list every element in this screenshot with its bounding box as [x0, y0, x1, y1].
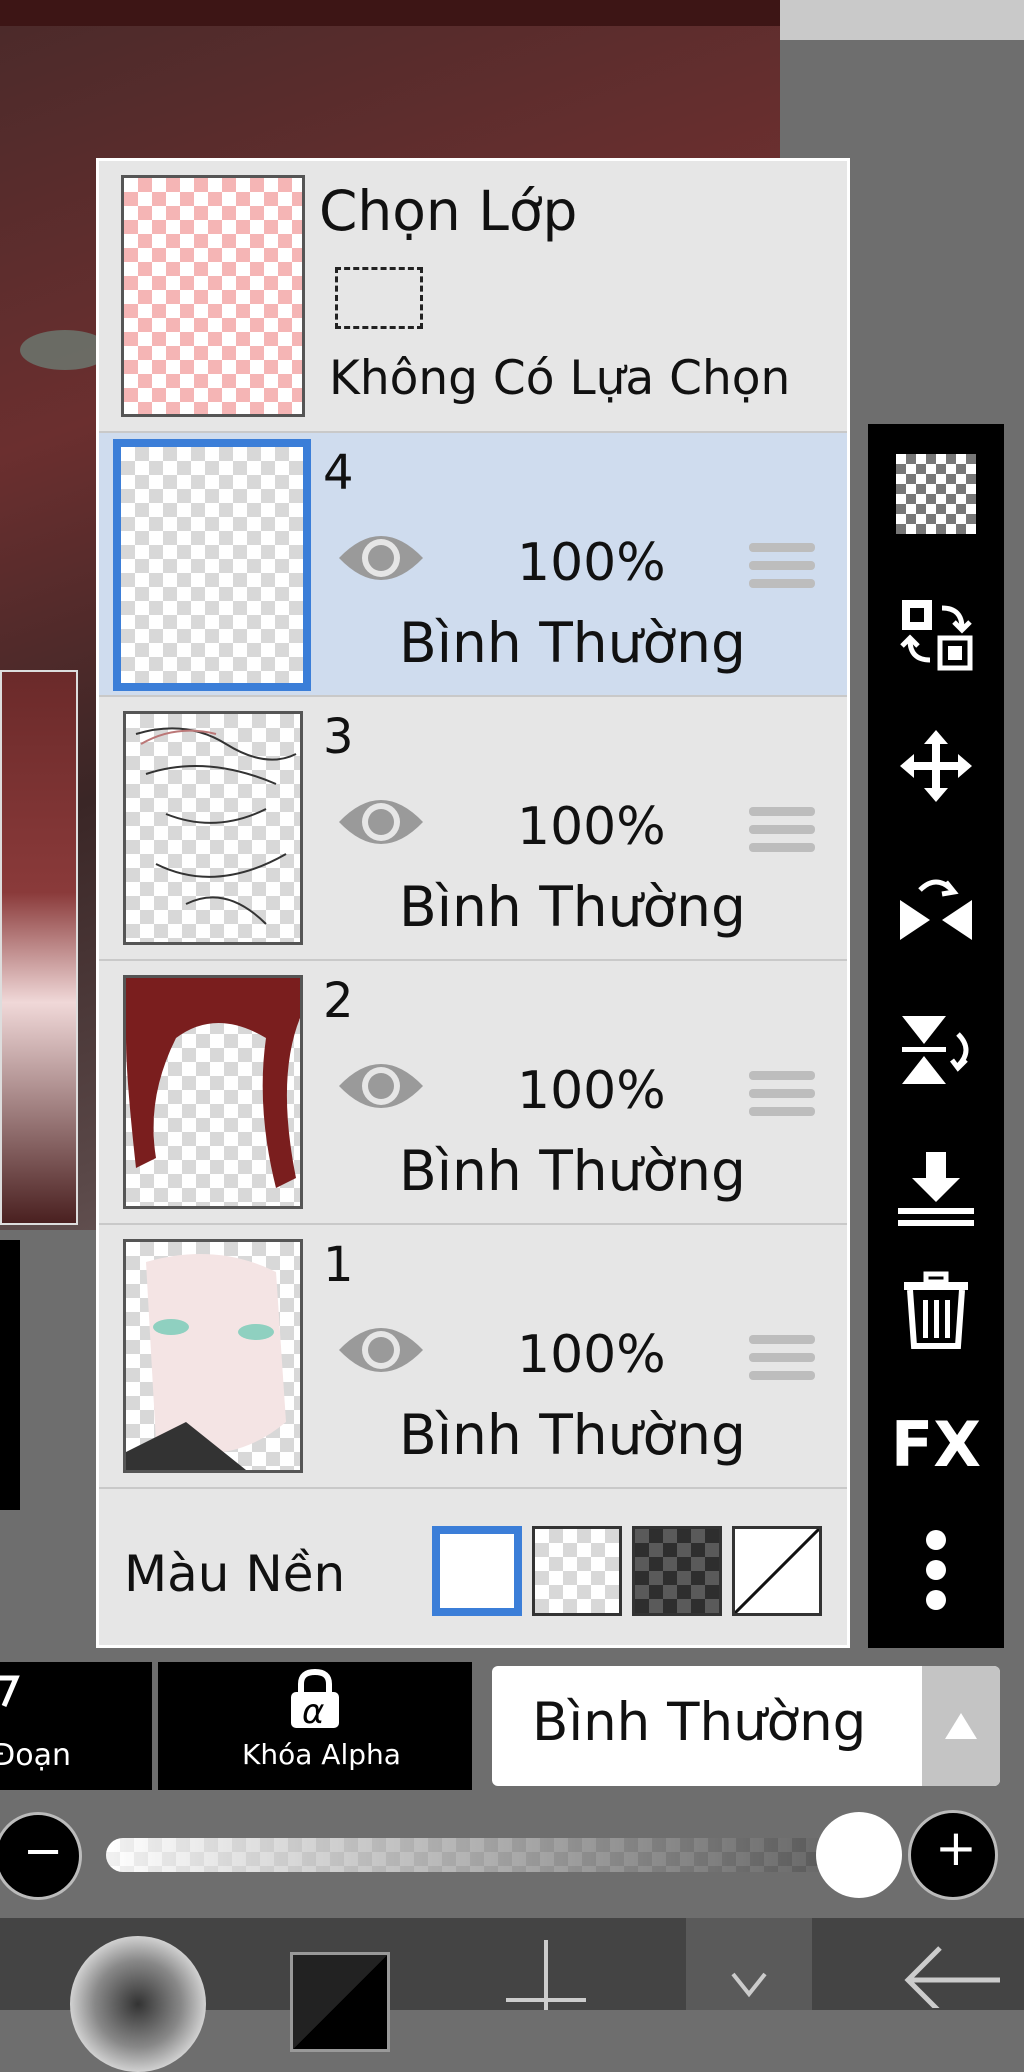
layer-thumbnail-1 [123, 1239, 303, 1473]
flip-horizontal-icon[interactable] [886, 860, 986, 960]
blend-mode-value: Bình Thường [532, 1692, 867, 1753]
layer-number: 1 [323, 1237, 354, 1293]
flip-vertical-icon[interactable] [886, 1000, 986, 1100]
eye-icon[interactable] [335, 1320, 427, 1380]
brush-preview-button[interactable] [70, 1936, 206, 2072]
layers-panel: Chọn Lớp Không Có Lựa Chọn 4 100% Bình T… [96, 158, 850, 1648]
chevron-up-icon [945, 1713, 977, 1739]
bg-none-option[interactable] [732, 1526, 822, 1616]
eye-icon[interactable] [335, 1056, 427, 1116]
clipping-button[interactable]: Đoạn [0, 1662, 152, 1790]
blend-mode-select[interactable]: Bình Thường [492, 1666, 1000, 1786]
selection-layer-row[interactable]: Chọn Lớp Không Có Lựa Chọn [99, 161, 847, 433]
transparent-layer-icon[interactable] [886, 444, 986, 544]
layer-down-icon[interactable] [506, 1940, 586, 2010]
alpha-lock-label: Khóa Alpha [242, 1738, 401, 1771]
selection-status-text: Không Có Lựa Chọn [329, 351, 791, 406]
alpha-glyph: α [302, 1692, 325, 1732]
back-arrow-icon[interactable] [900, 1938, 1000, 2008]
layer-thumbnail-4 [113, 439, 311, 691]
eye-icon[interactable] [335, 528, 427, 588]
layers-button[interactable] [686, 1918, 812, 2010]
layer-number: 4 [323, 445, 354, 501]
layer-thumbnail-2 [123, 975, 303, 1209]
bottom-nav [0, 1918, 1024, 2072]
opacity-slider-track[interactable] [106, 1838, 900, 1872]
layer-opacity: 100% [517, 533, 666, 593]
layer-thumbnail-3 [123, 711, 303, 945]
selection-layer-thumbnail [121, 175, 305, 417]
selection-layer-title: Chọn Lớp [319, 179, 578, 243]
canvas-dark-block [0, 1240, 20, 1510]
layer-blend-mode: Bình Thường [399, 875, 746, 939]
eye-icon[interactable] [335, 792, 427, 852]
layer-opacity: 100% [517, 797, 666, 857]
layer-row-4[interactable]: 4 100% Bình Thường [99, 433, 847, 697]
layer-blend-mode: Bình Thường [399, 1139, 746, 1203]
drag-handle-icon[interactable] [749, 807, 815, 865]
canvas-right-strip [780, 0, 1024, 40]
clipping-label: Đoạn [0, 1738, 71, 1773]
drag-handle-icon[interactable] [749, 1335, 815, 1393]
drag-handle-icon[interactable] [749, 543, 815, 601]
background-color-label: Màu Nền [124, 1545, 346, 1603]
drag-handle-icon[interactable] [749, 1071, 815, 1129]
minus-icon: − [23, 1823, 64, 1879]
bg-transparent-light-option[interactable] [532, 1526, 622, 1616]
chevron-down-icon [731, 1972, 767, 1998]
bg-white-option[interactable] [432, 1526, 522, 1616]
no-selection-icon [335, 267, 423, 329]
opacity-increase-button[interactable]: + [908, 1810, 998, 1900]
layer-opacity: 100% [517, 1061, 666, 1121]
layer-opacity: 100% [517, 1325, 666, 1385]
swap-layers-icon[interactable] [886, 584, 986, 684]
bg-transparent-dark-option[interactable] [632, 1526, 722, 1616]
layer-row-3[interactable]: 3 100% Bình Thường [99, 697, 847, 961]
layer-toolbar: FX [868, 424, 1004, 1648]
trash-icon[interactable] [886, 1260, 986, 1360]
opacity-slider-thumb[interactable] [816, 1812, 902, 1898]
layer-row-1[interactable]: 1 100% Bình Thường [99, 1225, 847, 1489]
plus-icon: + [935, 1819, 977, 1877]
opacity-decrease-button[interactable]: − [0, 1812, 82, 1900]
layer-row-2[interactable]: 2 100% Bình Thường [99, 961, 847, 1225]
layer-blend-mode: Bình Thường [399, 611, 746, 675]
layer-blend-mode: Bình Thường [399, 1403, 746, 1467]
color-swatch-button[interactable] [290, 1952, 390, 2052]
move-icon[interactable] [886, 716, 986, 816]
canvas-sub-preview [0, 670, 78, 1225]
more-icon[interactable] [886, 1520, 986, 1620]
merge-down-icon[interactable] [886, 1138, 986, 1238]
layer-number: 2 [323, 973, 354, 1029]
layer-number: 3 [323, 709, 354, 765]
fx-icon[interactable]: FX [886, 1394, 986, 1494]
blend-mode-arrow-button[interactable] [922, 1666, 1000, 1786]
clipping-icon [0, 1675, 20, 1707]
alpha-lock-button[interactable]: α Khóa Alpha [158, 1662, 472, 1790]
